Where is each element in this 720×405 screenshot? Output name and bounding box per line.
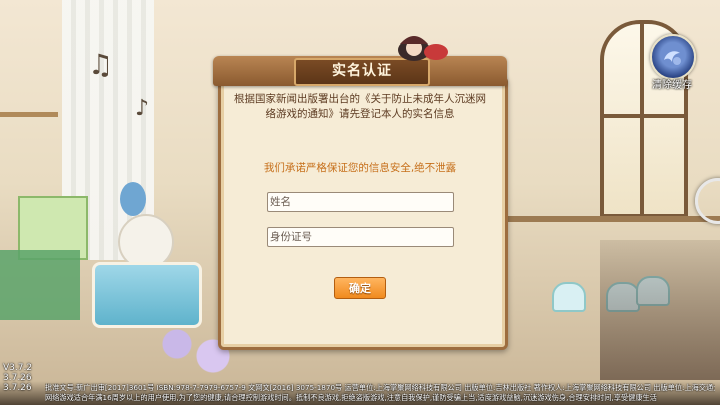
verification-notice: 根据国家新闻出版署出台的《关于防止未成年人沉迷网络游戏的通知》请先登记本人的实名… bbox=[234, 93, 486, 120]
clear-cache-button[interactable]: 清除缓存 bbox=[648, 34, 696, 92]
cupcake bbox=[552, 282, 586, 312]
dialog-title: 实名认证 bbox=[332, 63, 392, 79]
clear-cache-label: 清除缓存 bbox=[652, 80, 692, 91]
footer-line: 网络游戏适合年满16周岁以上的用户使用,为了您的健康,请合理控制游戏时间。抵制不… bbox=[45, 393, 657, 402]
right-shelf bbox=[505, 216, 720, 222]
birthday-cake bbox=[92, 262, 202, 328]
music-note-icon: ♪ bbox=[135, 96, 150, 121]
balloon bbox=[120, 182, 146, 216]
privacy-promise: 我们承诺严格保证您的信息安全,绝不泄露 bbox=[263, 162, 457, 174]
version-label: 3.7.26 bbox=[3, 373, 32, 383]
name-input[interactable] bbox=[267, 192, 454, 212]
doll-icon bbox=[398, 36, 448, 61]
music-note-icon: ♫ bbox=[88, 48, 114, 81]
confirm-button[interactable]: 确定 bbox=[334, 277, 386, 299]
legal-footer: 批准文号:新广出审[2017]3601号 ISBN:978-7-7979-675… bbox=[45, 383, 715, 403]
version-label: 3.7.26 bbox=[3, 383, 32, 393]
version-labels: V3.7.2 3.7.26 3.7.26 bbox=[3, 363, 32, 393]
footer-line: 批准文号:新广出审[2017]3601号 ISBN:978-7-7979-675… bbox=[45, 383, 715, 392]
id-number-input[interactable] bbox=[267, 227, 454, 247]
version-label: V3.7.2 bbox=[3, 363, 33, 373]
clear-cache-icon bbox=[650, 34, 696, 80]
left-shelf bbox=[0, 112, 58, 117]
shadow-overlay bbox=[600, 240, 720, 380]
green-gift-box bbox=[0, 250, 80, 320]
